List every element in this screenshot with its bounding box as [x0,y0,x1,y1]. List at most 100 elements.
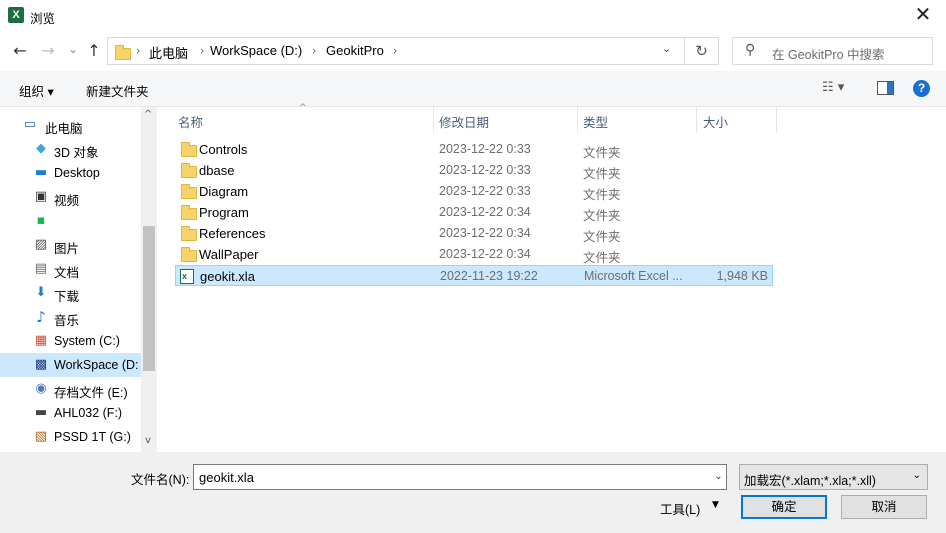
title-bar: X 浏览 ✕ [0,0,946,31]
address-dropdown-chevron-icon[interactable]: ⌄ [662,42,671,55]
folder-icon [181,142,197,157]
folder-icon [115,45,131,60]
file-date: 2023-12-22 0:34 [439,226,531,240]
file-date: 2023-12-22 0:33 [439,184,531,198]
sidebar-item-documents[interactable]: ▤ 文档 [0,257,141,281]
sidebar-item-label: 音乐 [54,314,80,328]
column-header-name[interactable]: 名称 [178,112,203,131]
file-row[interactable]: Diagram 2023-12-22 0:33 文件夹 [175,181,773,202]
window-title: 浏览 [30,12,56,26]
close-button[interactable]: ✕ [900,0,946,31]
file-row-selected[interactable]: x geokit.xla 2022-11-23 19:22 Microsoft … [175,265,773,286]
chevron-right-icon: › [393,44,398,57]
file-row[interactable]: Controls 2023-12-22 0:33 文件夹 [175,139,773,160]
usb-drive-icon: ▬ [34,405,48,420]
column-divider[interactable] [433,107,434,133]
scroll-up-icon[interactable]: ^ [144,109,152,120]
file-row[interactable]: Program 2023-12-22 0:34 文件夹 [175,202,773,223]
forward-arrow-icon[interactable]: → [37,40,59,62]
archive-drive-icon: ◉ [35,381,47,396]
file-row[interactable]: WallPaper 2023-12-22 0:34 文件夹 [175,244,773,265]
sidebar-item-iqiyi[interactable]: ▪ [0,209,141,233]
sidebar-item-downloads[interactable]: ⬇ 下载 [0,281,141,305]
sidebar-item-video[interactable]: ▣ 视频 [0,185,141,209]
sidebar-item-label: 图片 [54,242,80,256]
column-divider[interactable] [696,107,697,133]
search-icon: ⚲ [745,42,756,58]
pictures-icon: ▨ [34,237,48,252]
documents-icon: ▤ [34,261,48,276]
sidebar-item-system-c[interactable]: ▦ System (C:) [0,329,141,353]
organize-menu-button[interactable]: 组织 ▾ [19,81,54,100]
folder-icon [181,226,197,241]
chevron-right-icon: › [200,44,205,57]
scroll-down-icon[interactable]: v [145,435,151,446]
file-name: dbase [199,163,235,178]
address-bar[interactable]: › 此电脑 › WorkSpace (D:) › GeokitPro › ⌄ [107,37,685,65]
search-box[interactable]: ⚲ 在 GeokitPro 中搜索 [732,37,933,65]
chevron-right-icon: › [312,44,317,57]
sidebar-item-pictures[interactable]: ▨ 图片 [0,233,141,257]
file-row[interactable]: References 2023-12-22 0:34 文件夹 [175,223,773,244]
tools-dropdown-arrow-icon[interactable]: ▼ [712,500,719,510]
filename-input[interactable] [193,464,727,490]
system-drive-icon: ▦ [34,333,48,348]
sidebar-item-ahl032-f[interactable]: ▬ AHL032 (F:) [0,401,141,425]
up-arrow-icon[interactable]: ↑ [83,40,105,62]
sidebar-item-desktop[interactable]: ▬ Desktop [0,161,141,185]
preview-pane-icon[interactable] [877,81,894,95]
recent-locations-chevron-icon[interactable]: ⌄ [62,38,84,60]
download-icon: ⬇ [35,285,47,300]
tools-menu-button[interactable]: 工具(L) [660,499,700,518]
sidebar-item-pssd-g[interactable]: ▧ PSSD 1T (G:) [0,425,141,449]
breadcrumb-this-pc[interactable]: 此电脑 [149,43,188,62]
sidebar-item-music[interactable]: ♪ 音乐 [0,305,141,329]
sidebar-item-label: Desktop [54,166,100,180]
dialog-footer: 文件名(N): ⌄ 加载宏(*.xlam;*.xla;*.xll) ⌄ 工具(L… [0,452,946,533]
3d-objects-icon: ◆ [36,141,46,156]
breadcrumb-geokitpro[interactable]: GeokitPro [326,43,384,58]
file-size: 1,948 KB [716,269,768,283]
iqiyi-icon: ▪ [36,213,46,228]
view-options-icon[interactable]: ☷ ▾ [822,80,844,95]
sidebar-item-3d-objects[interactable]: ◆ 3D 对象 [0,137,141,161]
sidebar-item-label: 3D 对象 [54,146,99,160]
sidebar-item-workspace-d[interactable]: ▩ WorkSpace (D: [0,353,141,377]
filename-label: 文件名(N): [131,473,190,487]
help-icon[interactable]: ? [913,80,930,97]
file-type: 文件夹 [583,209,621,223]
sidebar-item-label: AHL032 (F:) [54,406,123,420]
sidebar-item-label: 此电脑 [45,122,83,136]
folder-icon [181,163,197,178]
file-date: 2023-12-22 0:34 [439,247,531,261]
back-arrow-icon[interactable]: ← [9,40,31,62]
file-type-filter-select[interactable]: 加载宏(*.xlam;*.xla;*.xll) ⌄ [739,464,928,490]
sidebar-item-archive-e[interactable]: ◉ 存档文件 (E:) [0,377,141,401]
column-header-size[interactable]: 大小 [703,112,728,131]
new-folder-button[interactable]: 新建文件夹 [86,81,149,100]
file-type: Microsoft Excel ... [584,269,683,283]
refresh-button[interactable]: ↻ [685,37,719,65]
folder-icon [181,205,197,220]
breadcrumb-workspace[interactable]: WorkSpace (D:) [210,43,302,58]
column-header-type[interactable]: 类型 [583,112,608,131]
column-divider[interactable] [776,107,777,133]
chevron-right-icon: › [136,44,141,57]
file-name: References [199,226,266,241]
command-toolbar: 组织 ▾ 新建文件夹 ☷ ▾ ? [0,71,946,107]
filename-dropdown-chevron-icon[interactable]: ⌄ [710,464,727,490]
file-date: 2023-12-22 0:33 [439,142,531,156]
cancel-button[interactable]: 取消 [841,495,927,519]
file-type: 文件夹 [583,188,621,202]
file-name: WallPaper [199,247,259,262]
computer-icon: ▭ [23,117,37,132]
file-row[interactable]: dbase 2023-12-22 0:33 文件夹 [175,160,773,181]
sidebar-item-label: 下载 [54,290,80,304]
sidebar-scroll-thumb[interactable] [143,226,155,371]
ok-button[interactable]: 确定 [741,495,827,519]
sidebar-item-this-pc[interactable]: ▭ 此电脑 [0,113,141,137]
column-divider[interactable] [577,107,578,133]
excel-file-icon: x [180,269,194,284]
pssd-drive-icon: ▧ [34,429,48,444]
column-header-date[interactable]: 修改日期 [439,112,489,131]
